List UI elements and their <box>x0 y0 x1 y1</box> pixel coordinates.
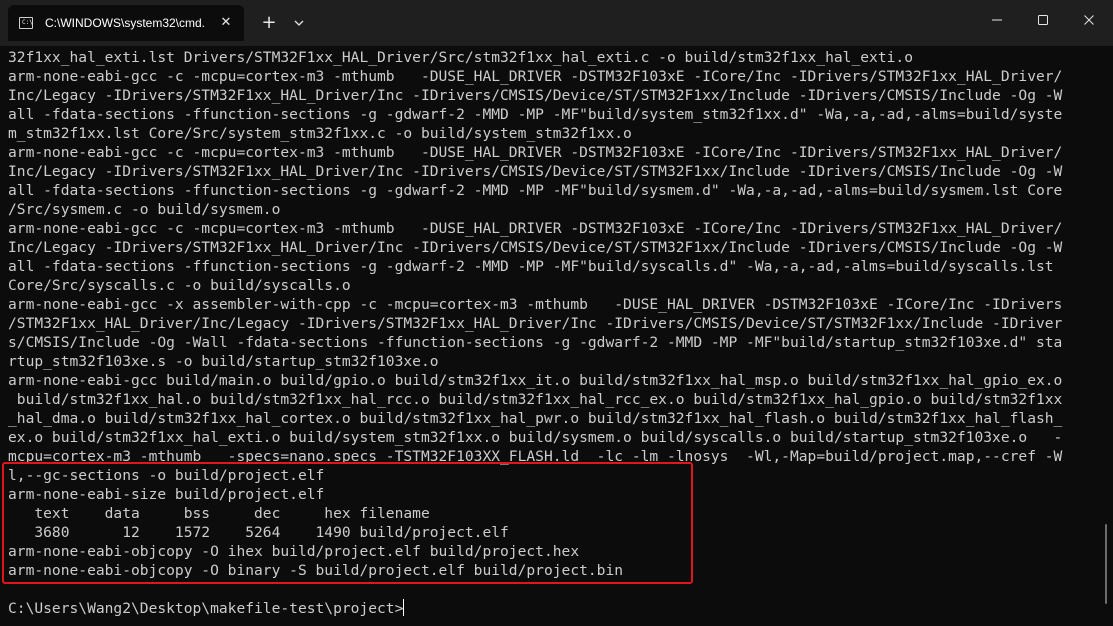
tab-cmd[interactable]: C:\ C:\WINDOWS\system32\cmd.e ✕ <box>8 5 244 41</box>
console-line: s/CMSIS/Include -Og -Wall -fdata-section… <box>8 334 1063 351</box>
close-icon <box>1084 15 1094 25</box>
terminal-window: C:\ C:\WINDOWS\system32\cmd.e ✕ + 32f1xx… <box>0 0 1113 626</box>
console-line: /Src/sysmem.c -o build/sysmem.o <box>8 201 281 218</box>
console-line: 32f1xx_hal_exti.lst Drivers/STM32F1xx_HA… <box>8 49 913 66</box>
console-line: /STM32F1xx_HAL_Driver/Inc/Legacy -IDrive… <box>8 315 1063 332</box>
console-line: all -fdata-sections -ffunction-sections … <box>8 258 1054 275</box>
console-line: ex.o build/stm32f1xx_hal_exti.o build/sy… <box>8 429 1063 446</box>
console-line: arm-none-eabi-gcc -x assembler-with-cpp … <box>8 296 1063 313</box>
maximize-icon <box>1038 15 1048 25</box>
console-line: arm-none-eabi-gcc -c -mcpu=cortex-m3 -mt… <box>8 68 1063 85</box>
console-line: m_stm32f1xx.lst Core/Src/system_stm32f1x… <box>8 125 632 142</box>
plus-icon[interactable]: + <box>258 12 280 34</box>
console-line: _hal_dma.o build/stm32f1xx_hal_cortex.o … <box>8 410 1063 427</box>
console-line: Core/Src/syscalls.c -o build/syscalls.o <box>8 277 351 294</box>
console-line: arm-none-eabi-gcc build/main.o build/gpi… <box>8 372 1063 389</box>
close-window-button[interactable] <box>1066 0 1112 40</box>
console-app-icon-text: C:\ <box>22 19 33 26</box>
minimize-button[interactable] <box>974 0 1020 40</box>
minimize-icon <box>992 19 1002 21</box>
maximize-button[interactable] <box>1020 0 1066 40</box>
close-icon[interactable]: ✕ <box>216 13 236 33</box>
command-prompt: C:\Users\Wang2\Desktop\makefile-test\pro… <box>8 600 404 617</box>
console-line: rtup_stm32f103xe.s -o build/startup_stm3… <box>8 353 439 370</box>
scrollbar-thumb[interactable] <box>1105 524 1107 604</box>
tab-title: C:\WINDOWS\system32\cmd.e <box>45 16 205 30</box>
console-app-icon: C:\ <box>19 17 33 29</box>
console-line: all -fdata-sections -ffunction-sections … <box>8 182 1063 199</box>
highlight-annotation-box <box>2 462 693 584</box>
console-line: all -fdata-sections -ffunction-sections … <box>8 106 1063 123</box>
console-line: Inc/Legacy -IDrivers/STM32F1xx_HAL_Drive… <box>8 239 1063 256</box>
title-bar[interactable]: C:\ C:\WINDOWS\system32\cmd.e ✕ + <box>0 0 1113 46</box>
console-line: build/stm32f1xx_hal.o build/stm32f1xx_ha… <box>8 391 1063 408</box>
text-cursor <box>403 599 405 616</box>
console-line: arm-none-eabi-gcc -c -mcpu=cortex-m3 -mt… <box>8 220 1063 237</box>
console-line: Inc/Legacy -IDrivers/STM32F1xx_HAL_Drive… <box>8 163 1063 180</box>
console-line: arm-none-eabi-gcc -c -mcpu=cortex-m3 -mt… <box>8 144 1063 161</box>
console-line: Inc/Legacy -IDrivers/STM32F1xx_HAL_Drive… <box>8 87 1063 104</box>
prompt-line[interactable]: C:\Users\Wang2\Desktop\makefile-test\pro… <box>8 599 405 618</box>
chevron-down-icon[interactable] <box>289 12 309 34</box>
